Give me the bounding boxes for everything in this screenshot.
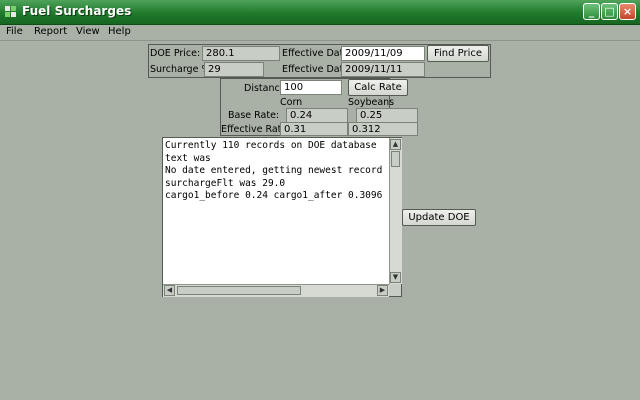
close-button[interactable]: × — [619, 3, 636, 20]
minimize-button[interactable]: _ — [583, 3, 600, 20]
scroll-left-arrow-icon[interactable]: ◀ — [164, 285, 175, 296]
doe-price-field[interactable]: 280.1 — [202, 46, 280, 61]
menu-report[interactable]: Report — [34, 26, 67, 37]
update-doe-button[interactable]: Update DOE — [402, 209, 476, 226]
calc-rate-button[interactable]: Calc Rate — [348, 79, 408, 96]
effective-rate-corn-field[interactable]: 0.31 — [280, 122, 348, 136]
log-text[interactable]: Currently 110 records on DOE database te… — [165, 140, 388, 280]
surcharge-field[interactable]: 29 — [204, 62, 264, 77]
base-rate-label: Base Rate: — [228, 110, 280, 121]
find-price-button[interactable]: Find Price — [427, 45, 489, 62]
close-icon: × — [622, 5, 633, 18]
title-bar[interactable]: Fuel Surcharges _ □ × — [0, 0, 640, 25]
base-rate-soybeans-field[interactable]: 0.25 — [356, 108, 418, 123]
vertical-scroll-thumb[interactable] — [391, 151, 400, 167]
menu-view[interactable]: View — [76, 26, 100, 37]
scroll-corner — [389, 284, 401, 296]
maximize-icon: □ — [604, 5, 615, 18]
base-rate-corn-field[interactable]: 0.24 — [286, 108, 348, 123]
scroll-right-arrow-icon[interactable]: ▶ — [377, 285, 388, 296]
effective-date-field-2[interactable]: 2009/11/11 — [341, 62, 425, 77]
menu-file[interactable]: File — [6, 26, 23, 37]
effective-rate-soybeans-field[interactable]: 0.312 — [348, 122, 418, 136]
horizontal-scrollbar[interactable]: ◀ ▶ — [163, 284, 389, 297]
maximize-button[interactable]: □ — [601, 3, 618, 20]
menu-bar: File Report View Help — [0, 25, 640, 41]
minimize-icon: _ — [588, 5, 595, 18]
scroll-up-arrow-icon[interactable]: ▲ — [390, 139, 401, 150]
app-icon — [5, 6, 17, 18]
doe-price-label: DOE Price: — [150, 48, 201, 59]
horizontal-scroll-thumb[interactable] — [177, 286, 301, 295]
menu-help[interactable]: Help — [108, 26, 131, 37]
log-text-area[interactable]: Currently 110 records on DOE database te… — [162, 137, 402, 297]
scroll-down-arrow-icon[interactable]: ▼ — [390, 272, 401, 283]
window-title: Fuel Surcharges — [22, 4, 132, 18]
vertical-scrollbar[interactable]: ▲ ▼ — [389, 138, 402, 284]
effective-date-field-1[interactable]: 2009/11/09 — [341, 46, 425, 61]
distance-field[interactable]: 100 — [280, 80, 342, 95]
